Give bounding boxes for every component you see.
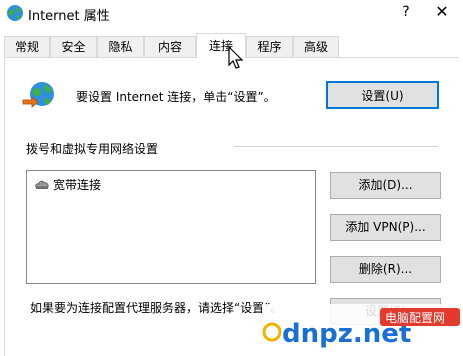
proxy-instructions: 如果要为连接配置代理服务器，请选择“设置”。 [30,301,283,315]
broadband-connection-icon [35,180,49,189]
close-button[interactable]: ✕ [430,1,454,23]
delete-button[interactable]: 删除(R)... [330,256,441,283]
internet-connection-icon [22,82,54,108]
window-title: Internet 属性 [28,9,110,24]
site-watermark-logo: dnpz.net 电脑配置网 [262,304,463,356]
add-button[interactable]: 添加(D)... [330,172,441,199]
watermark-site-label: 电脑配置网 [385,311,445,325]
setup-button[interactable]: 设置(U) [326,81,439,109]
tab-programs[interactable]: 程序 [246,36,293,57]
add-vpn-button[interactable]: 添加 VPN(P)... [330,214,441,241]
help-button[interactable]: ? [396,2,416,22]
mouse-cursor-icon [228,46,244,69]
tab-privacy[interactable]: 隐私 [97,36,144,57]
tab-content[interactable]: 内容 [144,36,196,57]
tab-security[interactable]: 安全 [50,36,97,57]
setup-instructions: 要设置 Internet 连接，单击“设置”。 [76,90,276,104]
list-item[interactable]: 宽带连接 [53,176,101,193]
section-divider [234,146,438,147]
dialup-vpn-section-label: 拨号和虚拟专用网络设置 [26,142,159,156]
tab-general[interactable]: 常规 [4,36,50,57]
tab-advanced[interactable]: 高级 [293,36,339,57]
internet-globe-icon [7,5,23,21]
